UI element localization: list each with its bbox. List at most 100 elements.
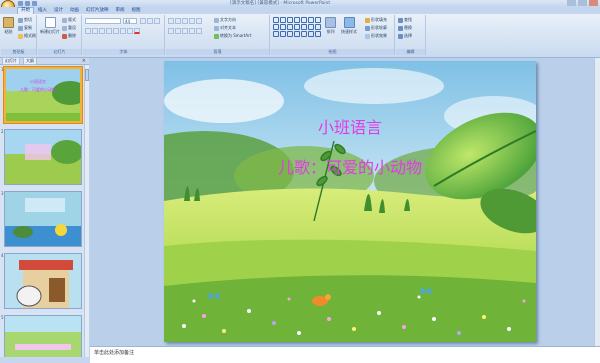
- format-painter-button[interactable]: 格式刷: [18, 33, 36, 39]
- arrange-button[interactable]: 排列: [325, 17, 336, 35]
- font-color-icon[interactable]: [134, 28, 140, 34]
- find-button[interactable]: 查找: [398, 17, 412, 23]
- slide-thumbnail[interactable]: 小班语言 儿歌：可爱的小动物: [3, 66, 83, 124]
- font-size-combo[interactable]: 44: [123, 18, 137, 24]
- tab-slideshow[interactable]: 幻灯片放映: [83, 7, 112, 14]
- brush-icon: [18, 33, 23, 39]
- slide-thumbnail[interactable]: [4, 315, 82, 357]
- spacing-icon[interactable]: [120, 28, 126, 34]
- slide-thumbnail[interactable]: [4, 129, 82, 185]
- thumbnail-scrollbar[interactable]: [84, 65, 89, 357]
- slide-subtitle[interactable]: 儿歌：可爱的小动物: [164, 159, 536, 177]
- editing-group: 查找 替换 选择 编辑: [396, 15, 426, 55]
- paste-button[interactable]: 粘贴: [3, 17, 14, 35]
- thumbnail-title: 小班语言: [30, 79, 46, 84]
- delete-button[interactable]: 删除: [62, 33, 76, 39]
- font-group: 44 字体: [83, 15, 165, 55]
- ribbon: 粘贴 剪切 复制 格式刷 剪贴板 新建幻灯片 版式 重设 删除 幻灯片 44 字…: [0, 14, 600, 58]
- italic-icon[interactable]: [92, 28, 98, 34]
- tab-view[interactable]: 视图: [129, 7, 144, 14]
- underline-icon[interactable]: [99, 28, 105, 34]
- thumbnail-item[interactable]: 3: [0, 189, 84, 249]
- tab-home[interactable]: 开始: [17, 7, 34, 14]
- thumbnail-item[interactable]: 4: [0, 251, 84, 311]
- text-direction-icon: [214, 17, 219, 23]
- new-slide-icon: [44, 17, 56, 28]
- cut-button[interactable]: 剪切: [18, 17, 32, 23]
- thumbnail-item[interactable]: 2: [0, 127, 84, 187]
- align-right-icon[interactable]: [182, 28, 188, 34]
- list-buttons: [168, 18, 202, 24]
- close-window-button[interactable]: [589, 0, 598, 6]
- align-center-icon[interactable]: [175, 28, 181, 34]
- increase-indent-icon[interactable]: [189, 18, 195, 24]
- slide-thumbnail[interactable]: [4, 191, 82, 247]
- scroll-thumb[interactable]: [85, 69, 89, 81]
- shadow-icon[interactable]: [113, 28, 119, 34]
- grow-font-icon[interactable]: [140, 18, 146, 24]
- thumbnail-item[interactable]: 5: [0, 313, 84, 357]
- align-text-button[interactable]: 对齐文本: [214, 25, 236, 31]
- save-icon[interactable]: [18, 1, 23, 6]
- strikethrough-icon[interactable]: [106, 28, 112, 34]
- tab-outline-panel[interactable]: 大纲: [23, 57, 37, 65]
- delete-icon: [62, 33, 67, 39]
- clipboard-group: 粘贴 剪切 复制 格式刷 剪贴板: [1, 15, 37, 55]
- quick-styles-button[interactable]: 快速样式: [341, 17, 357, 35]
- shape-outline-button[interactable]: 形状轮廓: [365, 25, 387, 31]
- clear-format-icon[interactable]: [154, 18, 160, 24]
- tab-insert[interactable]: 插入: [35, 7, 50, 14]
- tab-review[interactable]: 审阅: [113, 7, 128, 14]
- smartart-button[interactable]: 转换为 SmartArt: [214, 33, 251, 39]
- tab-design[interactable]: 设计: [51, 7, 66, 14]
- undo-icon[interactable]: [25, 1, 30, 6]
- shapes-gallery[interactable]: [273, 17, 323, 37]
- numbering-icon[interactable]: [175, 18, 181, 24]
- paragraph-group: 文字方向 对齐文本 转换为 SmartArt 段落: [166, 15, 270, 55]
- drawing-group: 排列 快速样式 形状填充 形状轮廓 形状效果 绘图: [271, 15, 395, 55]
- tab-slides-panel[interactable]: 幻灯片: [2, 57, 20, 65]
- align-left-icon[interactable]: [168, 28, 174, 34]
- slide-thumbnail[interactable]: [4, 253, 82, 309]
- redo-icon[interactable]: [32, 1, 37, 6]
- window-title: [演示文稿名] [兼容模式] - Microsoft PowerPoint: [230, 1, 331, 6]
- outline-icon: [365, 25, 370, 31]
- align-buttons: [168, 28, 202, 34]
- notes-pane[interactable]: 单击此处添加备注: [90, 346, 600, 363]
- slide-title[interactable]: 小班语言: [164, 119, 536, 137]
- thumbnail-item[interactable]: 1 小班语言 儿歌：可爱的小动物: [0, 65, 84, 125]
- font-name-combo[interactable]: [85, 18, 121, 24]
- justify-icon[interactable]: [189, 28, 195, 34]
- quick-styles-icon: [343, 17, 355, 28]
- select-button[interactable]: 选择: [398, 33, 412, 39]
- title-bar: [演示文稿名] [兼容模式] - Microsoft PowerPoint: [0, 0, 600, 14]
- paragraph-group-label: 段落: [166, 49, 269, 55]
- decrease-indent-icon[interactable]: [182, 18, 188, 24]
- shrink-font-icon[interactable]: [147, 18, 153, 24]
- new-slide-button[interactable]: 新建幻灯片: [40, 17, 60, 35]
- close-icon[interactable]: ×: [82, 58, 86, 64]
- editor-scrollbar[interactable]: [594, 58, 600, 346]
- paste-icon: [3, 17, 14, 28]
- line-spacing-icon[interactable]: [196, 18, 202, 24]
- shape-fill-button[interactable]: 形状填充: [365, 17, 387, 23]
- replace-button[interactable]: 替换: [398, 25, 412, 31]
- align-text-icon: [214, 25, 219, 31]
- bullets-icon[interactable]: [168, 18, 174, 24]
- copy-button[interactable]: 复制: [18, 25, 32, 31]
- reset-button[interactable]: 重设: [62, 25, 76, 31]
- bold-icon[interactable]: [85, 28, 91, 34]
- layout-button[interactable]: 版式: [62, 17, 76, 23]
- change-case-icon[interactable]: [127, 28, 133, 34]
- columns-icon[interactable]: [196, 28, 202, 34]
- font-size-buttons: [140, 18, 160, 24]
- slide-canvas[interactable]: 小班语言 儿歌：可爱的小动物: [164, 61, 536, 342]
- text-direction-button[interactable]: 文字方向: [214, 17, 236, 23]
- maximize-button[interactable]: [578, 0, 587, 6]
- tab-animations[interactable]: 动画: [67, 7, 82, 14]
- minimize-button[interactable]: [567, 0, 576, 6]
- replace-icon: [398, 25, 403, 31]
- smartart-icon: [214, 33, 219, 39]
- quick-access-toolbar: [18, 1, 37, 6]
- shape-effects-button[interactable]: 形状效果: [365, 33, 387, 39]
